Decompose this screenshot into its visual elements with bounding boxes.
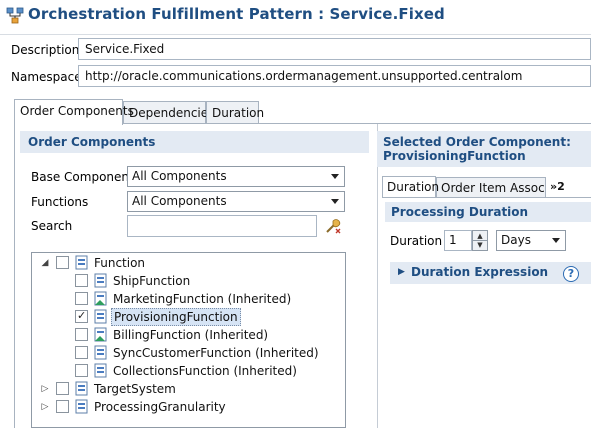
tab-order-item-association[interactable]: Order Item Associ... (436, 177, 546, 198)
namespace-field[interactable]: http://oracle.communications.ordermanage… (78, 65, 591, 87)
collapse-arrow-icon[interactable]: ◢ (40, 258, 50, 268)
tree-node-processinggranularity[interactable]: ▷ ProcessingGranularity (32, 398, 344, 416)
page-title: Orchestration Fulfillment Pattern : Serv… (28, 5, 445, 23)
tree-checkbox[interactable] (75, 346, 88, 359)
tree-label: ProcessingGranularity (94, 400, 226, 414)
tab-duration[interactable]: Duration (206, 101, 264, 125)
spinner-up-icon[interactable]: ▲ (473, 231, 487, 241)
duration-value-input[interactable]: 1 (444, 230, 472, 251)
tab-dependencies[interactable]: Dependencies (123, 101, 214, 125)
tree-label: ShipFunction (113, 274, 191, 288)
tree-checkbox-checked[interactable] (75, 309, 88, 323)
tab-order-components[interactable]: Order Components (14, 99, 134, 125)
selected-component-title: Selected Order Component: (383, 135, 571, 149)
tree-label-selected: ProvisioningFunction (111, 308, 241, 326)
tree-label: SyncCustomerFunction (Inherited) (113, 346, 319, 360)
tree-label: Function (94, 256, 146, 270)
folder-component-icon (75, 255, 88, 270)
search-input[interactable] (127, 215, 317, 237)
orchestration-pattern-icon (6, 7, 24, 24)
chevron-down-icon (331, 199, 339, 204)
chevron-down-icon (331, 174, 339, 179)
search-label: Search (31, 219, 73, 233)
duration-expression-label: Duration Expression (411, 265, 549, 279)
tree-node-synccustomerfunction[interactable]: SyncCustomerFunction (Inherited) (32, 344, 344, 362)
folder-component-icon (75, 381, 88, 396)
tree-node-targetsystem[interactable]: ▷ TargetSystem (32, 380, 344, 398)
description-label: Description (11, 43, 80, 57)
tree-label: CollectionsFunction (Inherited) (113, 364, 297, 378)
inherited-component-icon (94, 327, 107, 342)
expand-arrow-icon[interactable]: ▶ (398, 267, 405, 277)
description-field[interactable]: Service.Fixed (78, 38, 591, 60)
clear-search-icon[interactable] (324, 217, 342, 235)
tree-checkbox[interactable] (56, 256, 69, 269)
duration-unit-value: Days (501, 233, 531, 247)
inherited-component-icon (94, 291, 107, 306)
folder-component-icon (75, 399, 88, 414)
chevron-down-icon (552, 238, 560, 243)
component-icon (94, 363, 107, 378)
namespace-label: Namespace (11, 70, 82, 84)
tree-node-function[interactable]: ◢ Function (32, 254, 344, 272)
duration-label: Duration (390, 234, 443, 248)
functions-label: Functions (31, 195, 89, 209)
base-component-select[interactable]: All Components (127, 166, 345, 187)
tree-checkbox[interactable] (75, 292, 88, 305)
tree-checkbox[interactable] (75, 274, 88, 287)
selected-component-header: Selected Order Component: ProvisioningFu… (377, 131, 591, 167)
right-tabs-baseline (382, 197, 591, 198)
duration-expression-section[interactable]: ▶ Duration Expression (390, 262, 591, 284)
tree-node-shipfunction[interactable]: ShipFunction (32, 272, 344, 290)
tree-node-billingfunction[interactable]: BillingFunction (Inherited) (32, 326, 344, 344)
order-components-panel-header: Order Components (20, 131, 369, 153)
component-icon (94, 273, 107, 288)
tree-node-marketingfunction[interactable]: MarketingFunction (Inherited) (32, 290, 344, 308)
expand-arrow-icon[interactable]: ▷ (40, 402, 50, 412)
tab-duration-right[interactable]: Duration (382, 176, 439, 197)
tree-node-collectionsfunction[interactable]: CollectionsFunction (Inherited) (32, 362, 344, 380)
selected-component-name: ProvisioningFunction (383, 149, 526, 163)
panel-divider (377, 124, 378, 428)
functions-value: All Components (132, 194, 227, 208)
component-icon (94, 309, 107, 324)
tree-label: BillingFunction (Inherited) (113, 328, 269, 342)
processing-duration-header: Processing Duration (385, 202, 591, 222)
duration-spinner[interactable]: ▲ ▼ (472, 230, 488, 251)
tree-checkbox[interactable] (56, 382, 69, 395)
functions-select[interactable]: All Components (127, 191, 345, 212)
spinner-down-icon[interactable]: ▼ (473, 241, 487, 250)
base-component-label: Base Component (31, 170, 134, 184)
title-divider (0, 34, 591, 35)
expand-arrow-icon[interactable]: ▷ (40, 384, 50, 394)
tree-checkbox[interactable] (75, 364, 88, 377)
component-icon (94, 345, 107, 360)
base-component-value: All Components (132, 169, 227, 183)
tree-node-provisioningfunction[interactable]: ProvisioningFunction (32, 308, 344, 326)
help-icon[interactable]: ? (563, 266, 579, 282)
more-tabs-button[interactable]: »2 (546, 177, 574, 198)
tree-label: MarketingFunction (Inherited) (113, 292, 292, 306)
tree-checkbox[interactable] (75, 328, 88, 341)
tree-checkbox[interactable] (56, 400, 69, 413)
duration-unit-select[interactable]: Days (496, 230, 566, 251)
tree-label: TargetSystem (94, 382, 176, 396)
